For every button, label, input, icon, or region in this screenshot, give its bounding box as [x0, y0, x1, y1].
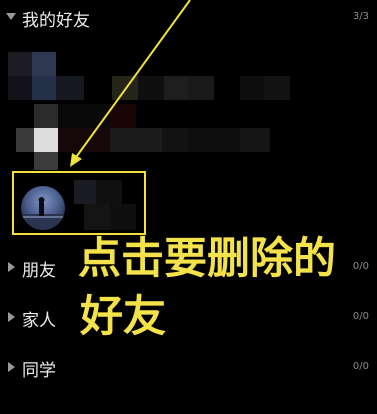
group-count: 0/0 [352, 311, 369, 322]
annotation-line-2: 好友 [80, 292, 166, 342]
group-label: 家人 [22, 311, 56, 331]
friend-list-screen: 我的好友 3/3 朋友 0/0 家人 0/0 同学 0/0 点击要删除的 好友 [0, 0, 377, 414]
caret-right-icon [8, 362, 15, 372]
group-classmates[interactable]: 同学 0/0 [0, 350, 377, 386]
caret-right-icon [8, 312, 15, 322]
caret-right-icon [8, 262, 15, 272]
group-family[interactable]: 家人 0/0 [0, 300, 377, 336]
annotation-line-1: 点击要删除的 [78, 234, 336, 284]
group-label: 同学 [22, 361, 56, 381]
group-count: 0/0 [352, 361, 369, 372]
group-label: 朋友 [22, 261, 56, 281]
group-count: 0/0 [352, 261, 369, 272]
